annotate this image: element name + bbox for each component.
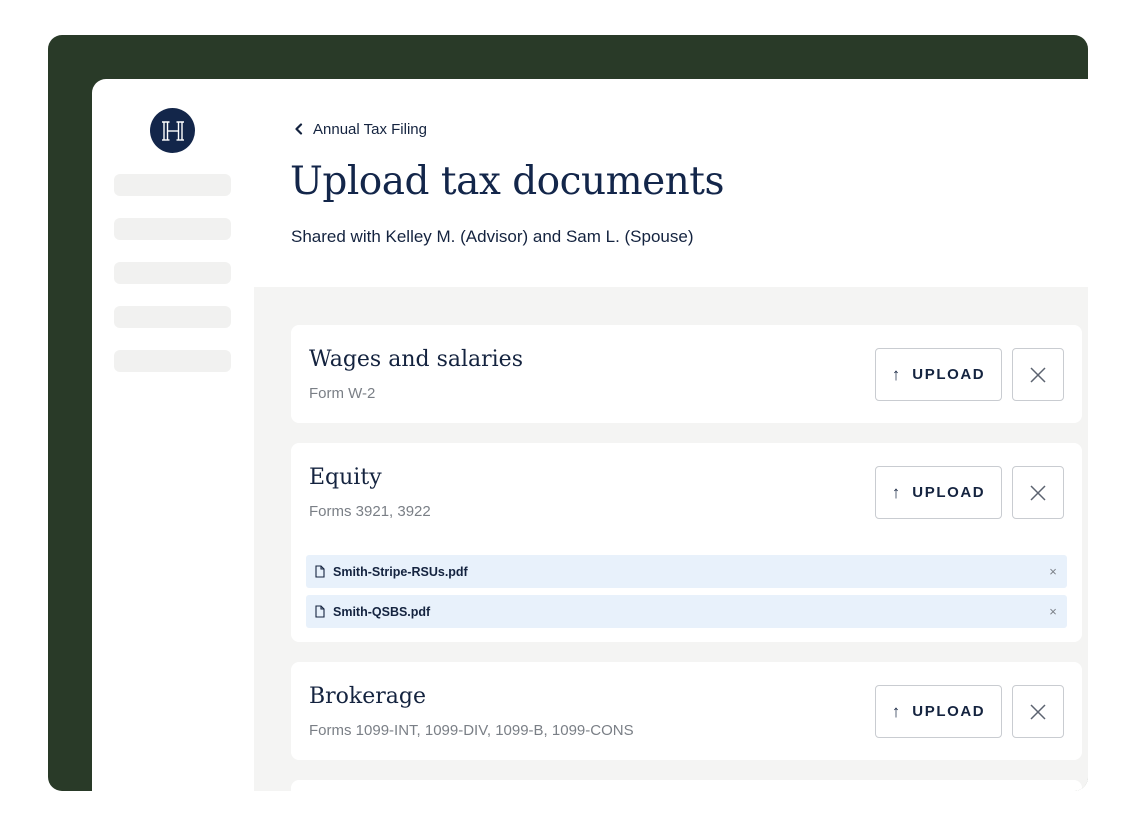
remove-file-button[interactable]: × [1045,563,1061,579]
upload-button[interactable]: ↑ UPLOAD [875,348,1002,401]
logo[interactable] [150,108,195,153]
sidebar-item-placeholder[interactable] [114,262,231,284]
close-icon [1030,366,1046,383]
page-title: Upload tax documents [290,159,725,204]
card-title: Brokerage [309,684,427,709]
sidebar-item-placeholder[interactable] [114,174,231,196]
upload-label: UPLOAD [912,703,986,720]
close-button[interactable] [1012,466,1064,519]
document-card-equity: Equity Forms 3921, 3922 ↑ UPLOAD Smith-S… [291,443,1082,642]
app-frame: Annual Tax Filing Upload tax documents S… [48,35,1088,791]
card-title: Wages and salaries [309,347,523,372]
document-icon [315,604,327,619]
page-subtitle: Shared with Kelley M. (Advisor) and Sam … [291,227,694,246]
remove-file-button[interactable]: × [1045,603,1061,619]
close-icon [1030,703,1046,720]
sidebar-item-placeholder[interactable] [114,218,231,240]
close-icon [1030,484,1046,501]
card-subtitle: Form W-2 [309,385,376,402]
card-subtitle: Forms 1099-INT, 1099-DIV, 1099-B, 1099-C… [309,722,634,739]
content-panel: Wages and salaries Form W-2 ↑ UPLOAD Equ… [254,287,1088,791]
arrow-up-icon: ↑ [891,483,901,502]
close-button[interactable] [1012,348,1064,401]
upload-label: UPLOAD [912,366,986,383]
document-icon [315,564,327,579]
sidebar-item-placeholder[interactable] [114,350,231,372]
file-name: Smith-QSBS.pdf [333,604,431,619]
breadcrumb[interactable]: Annual Tax Filing [291,120,427,138]
chevron-left-icon [291,122,305,136]
app-window: Annual Tax Filing Upload tax documents S… [92,79,1088,791]
document-card-partial [291,780,1082,791]
breadcrumb-label: Annual Tax Filing [313,120,427,138]
document-card-brokerage: Brokerage Forms 1099-INT, 1099-DIV, 1099… [291,662,1082,760]
file-name: Smith-Stripe-RSUs.pdf [333,564,468,579]
file-row[interactable]: Smith-Stripe-RSUs.pdf × [306,555,1067,588]
card-subtitle: Forms 3921, 3922 [309,503,431,520]
sidebar-item-placeholder[interactable] [114,306,231,328]
upload-label: UPLOAD [912,484,986,501]
file-row[interactable]: Smith-QSBS.pdf × [306,595,1067,628]
close-button[interactable] [1012,685,1064,738]
arrow-up-icon: ↑ [891,365,901,384]
h-monogram-icon [161,120,184,141]
card-title: Equity [309,465,382,490]
arrow-up-icon: ↑ [891,702,901,721]
document-card-wages: Wages and salaries Form W-2 ↑ UPLOAD [291,325,1082,423]
upload-button[interactable]: ↑ UPLOAD [875,466,1002,519]
upload-button[interactable]: ↑ UPLOAD [875,685,1002,738]
